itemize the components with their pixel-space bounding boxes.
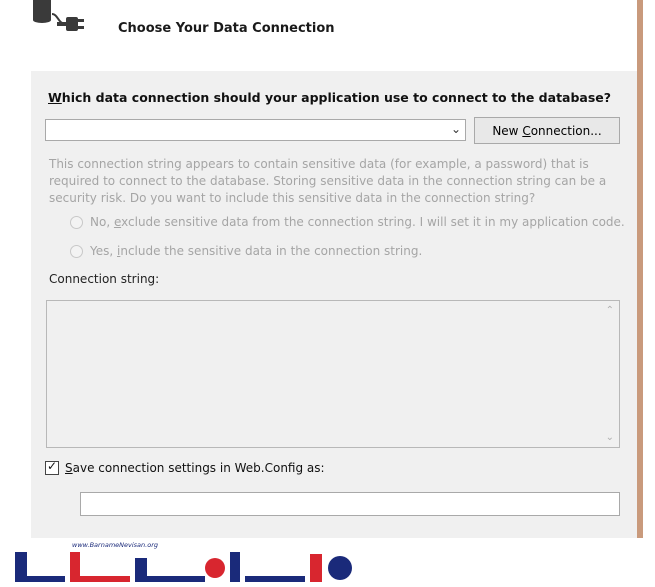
connection-string-textarea[interactable]: ⌃ ⌄ bbox=[46, 300, 620, 448]
watermark-url: www.BarnameNevisan.org bbox=[72, 541, 158, 549]
exclude-sensitive-radio[interactable]: No, exclude sensitive data from the conn… bbox=[70, 215, 625, 229]
database-plug-icon bbox=[33, 0, 84, 31]
include-before: Yes, bbox=[90, 244, 117, 258]
web-config-name-input[interactable] bbox=[80, 492, 620, 516]
save-settings-row[interactable]: ✓ Save connection settings in Web.Config… bbox=[45, 459, 325, 475]
scroll-down-icon[interactable]: ⌄ bbox=[606, 432, 614, 443]
new-connection-before: New bbox=[492, 124, 523, 138]
save-accel: S bbox=[65, 461, 73, 475]
scroll-up-icon[interactable]: ⌃ bbox=[606, 305, 614, 316]
radio-circle[interactable] bbox=[70, 215, 83, 229]
save-after: ave connection settings in Web.Config as… bbox=[72, 461, 325, 475]
chevron-down-icon[interactable]: ⌄ bbox=[451, 122, 461, 136]
new-connection-button[interactable]: New Connection... bbox=[474, 117, 620, 144]
wizard-header: Choose Your Data Connection bbox=[0, 0, 637, 71]
save-settings-label: Save connection settings in Web.Config a… bbox=[65, 461, 325, 475]
check-icon: ✓ bbox=[47, 459, 58, 473]
sensitive-data-note: This connection string appears to contai… bbox=[49, 157, 607, 205]
watermark-text: برنامه نویسان bbox=[190, 549, 197, 551]
exclude-before: No, bbox=[90, 215, 114, 229]
exclude-after: xclude sensitive data from the connectio… bbox=[121, 215, 625, 229]
exclude-option-label: No, exclude sensitive data from the conn… bbox=[90, 215, 625, 229]
radio-circle[interactable] bbox=[70, 244, 83, 258]
save-settings-checkbox[interactable]: ✓ bbox=[45, 459, 59, 475]
connection-select[interactable]: ⌄ bbox=[45, 119, 466, 141]
include-after: nclude the sensitive data in the connect… bbox=[120, 244, 423, 258]
new-connection-after: onnection... bbox=[530, 124, 602, 138]
question-accel: W bbox=[48, 90, 62, 105]
include-option-label: Yes, include the sensitive data in the c… bbox=[90, 244, 422, 258]
question-text: hich data connection should your applica… bbox=[61, 90, 612, 105]
page-title: Choose Your Data Connection bbox=[118, 21, 335, 36]
include-sensitive-radio[interactable]: Yes, include the sensitive data in the c… bbox=[70, 244, 422, 258]
watermark-logo: برنامه نویسان bbox=[15, 549, 352, 582]
window-border bbox=[637, 0, 643, 538]
new-connection-accel: C bbox=[522, 124, 531, 138]
connection-string-label: Connection string: bbox=[49, 272, 160, 286]
connection-question: Which data connection should your applic… bbox=[48, 90, 611, 105]
